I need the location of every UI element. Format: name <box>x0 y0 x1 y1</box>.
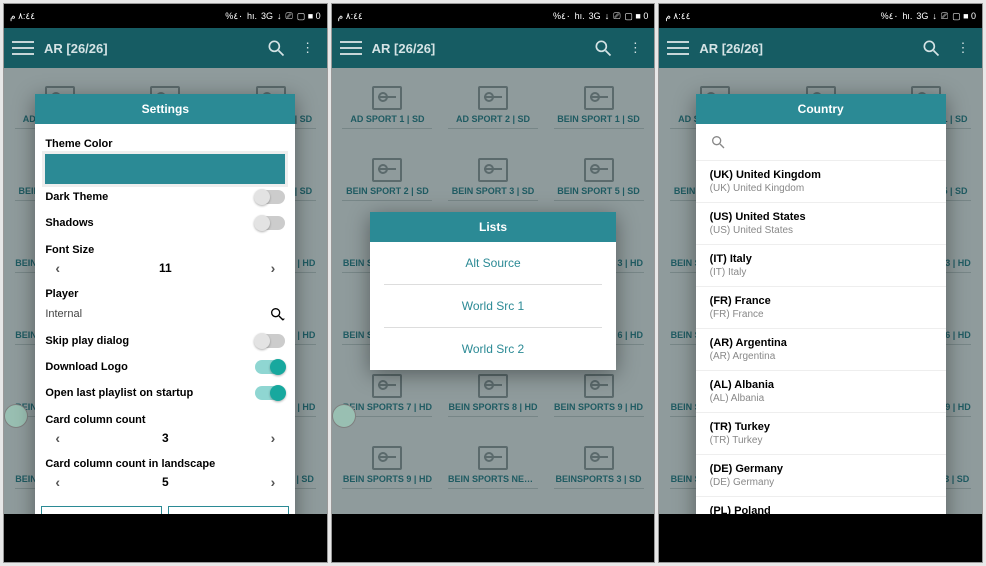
country-item[interactable]: (FR) France(FR) France <box>696 287 946 329</box>
menu-icon[interactable] <box>667 37 689 59</box>
dialog-title: Country <box>696 94 946 124</box>
download-logo-label: Download Logo <box>45 361 127 373</box>
chevron-right-icon[interactable]: › <box>267 260 280 276</box>
chevron-right-icon[interactable]: › <box>267 430 280 446</box>
list-item[interactable]: World Src 1 <box>384 285 602 328</box>
dark-theme-label: Dark Theme <box>45 191 108 203</box>
overflow-icon[interactable]: ⋮ <box>297 37 319 59</box>
open-last-label: Open last playlist on startup <box>45 387 193 399</box>
country-item[interactable]: (TR) Turkey(TR) Turkey <box>696 413 946 455</box>
card-col-land-label: Card column count in landscape <box>45 450 285 470</box>
app-bar: AR [26/26] ⋮ <box>659 28 982 68</box>
menu-icon[interactable] <box>12 37 34 59</box>
cast-icon: ⎚ <box>286 11 293 22</box>
chevron-left-icon[interactable]: ‹ <box>51 430 64 446</box>
country-item[interactable]: (UK) United Kingdom(UK) United Kingdom <box>696 161 946 203</box>
search-icon[interactable] <box>592 37 614 59</box>
country-dialog: Country (UK) United Kingdom(UK) United K… <box>696 94 946 514</box>
cast-icon: ⎚ <box>613 11 620 22</box>
app-bar: AR [26/26] ⋮ <box>332 28 655 68</box>
country-item[interactable]: (IT) Italy(IT) Italy <box>696 245 946 287</box>
country-list[interactable]: (UK) United Kingdom(UK) United Kingdom(U… <box>696 161 946 514</box>
search-icon <box>710 134 726 150</box>
player-label: Player <box>45 280 285 300</box>
bottom-bar <box>4 514 327 562</box>
chevron-right-icon[interactable]: › <box>267 474 280 490</box>
dialog-overlay: Country (UK) United Kingdom(UK) United K… <box>659 68 982 514</box>
download-logo-toggle[interactable] <box>255 360 285 374</box>
country-search-input[interactable] <box>696 124 946 161</box>
bottom-bar <box>659 514 982 562</box>
dialog-title: Lists <box>370 212 616 242</box>
card-col-label: Card column count <box>45 406 285 426</box>
skip-play-label: Skip play dialog <box>45 335 129 347</box>
cast-icon: ⎚ <box>941 11 948 22</box>
phone-lists: ٨:٤٤ م %٤٠hı.3G↓⎚▢ ■ 0 AR [26/26] ⋮ AD S… <box>331 3 656 563</box>
theme-color-swatch[interactable] <box>45 154 285 184</box>
search-icon[interactable] <box>265 37 287 59</box>
phone-country: ٨:٤٤ م %٤٠hı.3G↓⎚▢ ■ 0 AR [26/26] ⋮ AD S… <box>658 3 983 563</box>
menu-icon[interactable] <box>340 37 362 59</box>
skip-play-toggle[interactable] <box>255 334 285 348</box>
status-time: ٨:٤٤ م <box>10 11 35 22</box>
lists-dialog: Lists Alt Source World Src 1 World Src 2 <box>370 212 616 370</box>
dialog-title: Settings <box>35 94 295 124</box>
app-title: AR [26/26] <box>44 41 255 56</box>
status-bar: ٨:٤٤ م %٤٠hı.3G↓⎚▢ ■ 0 <box>659 4 982 28</box>
list-item[interactable]: Alt Source <box>384 242 602 285</box>
country-item[interactable]: (DE) Germany(DE) Germany <box>696 455 946 497</box>
phone-settings: ٨:٤٤ م %٤٠ hı. 3G ↓ ⎚ ▢ ■ 0 AR [26/26] ⋮… <box>3 3 328 563</box>
font-size-label: Font Size <box>45 236 285 256</box>
dialog-overlay: Lists Alt Source World Src 1 World Src 2 <box>332 68 655 514</box>
overflow-icon[interactable]: ⋮ <box>624 37 646 59</box>
card-col-stepper[interactable]: ‹3› <box>45 426 285 450</box>
cancel-button[interactable]: Cancel <box>41 506 162 514</box>
status-bar: ٨:٤٤ م %٤٠hı.3G↓⎚▢ ■ 0 <box>332 4 655 28</box>
open-last-toggle[interactable] <box>255 386 285 400</box>
country-item[interactable]: (AR) Argentina(AR) Argentina <box>696 329 946 371</box>
card-col-land-stepper[interactable]: ‹5› <box>45 470 285 494</box>
dialog-overlay: Settings Theme Color Dark Theme Shadows … <box>4 68 327 514</box>
chevron-left-icon[interactable]: ‹ <box>51 260 64 276</box>
search-dropdown-icon <box>269 306 285 322</box>
overflow-icon[interactable]: ⋮ <box>952 37 974 59</box>
theme-color-label: Theme Color <box>45 130 285 150</box>
country-item[interactable]: (AL) Albania(AL) Albania <box>696 371 946 413</box>
list-item[interactable]: World Src 2 <box>384 328 602 370</box>
player-selector[interactable]: Internal <box>45 300 285 328</box>
country-item[interactable]: (PL) Poland(PL) Poland <box>696 497 946 514</box>
country-item[interactable]: (US) United States(US) United States <box>696 203 946 245</box>
status-bar: ٨:٤٤ م %٤٠ hı. 3G ↓ ⎚ ▢ ■ 0 <box>4 4 327 28</box>
dark-theme-toggle[interactable] <box>255 190 285 204</box>
shadows-label: Shadows <box>45 217 93 229</box>
bottom-bar <box>332 514 655 562</box>
shadows-toggle[interactable] <box>255 216 285 230</box>
search-icon[interactable] <box>920 37 942 59</box>
settings-dialog: Settings Theme Color Dark Theme Shadows … <box>35 94 295 514</box>
save-button[interactable]: Save <box>168 506 289 514</box>
chevron-left-icon[interactable]: ‹ <box>51 474 64 490</box>
font-size-stepper[interactable]: ‹11› <box>45 256 285 280</box>
app-bar: AR [26/26] ⋮ <box>4 28 327 68</box>
